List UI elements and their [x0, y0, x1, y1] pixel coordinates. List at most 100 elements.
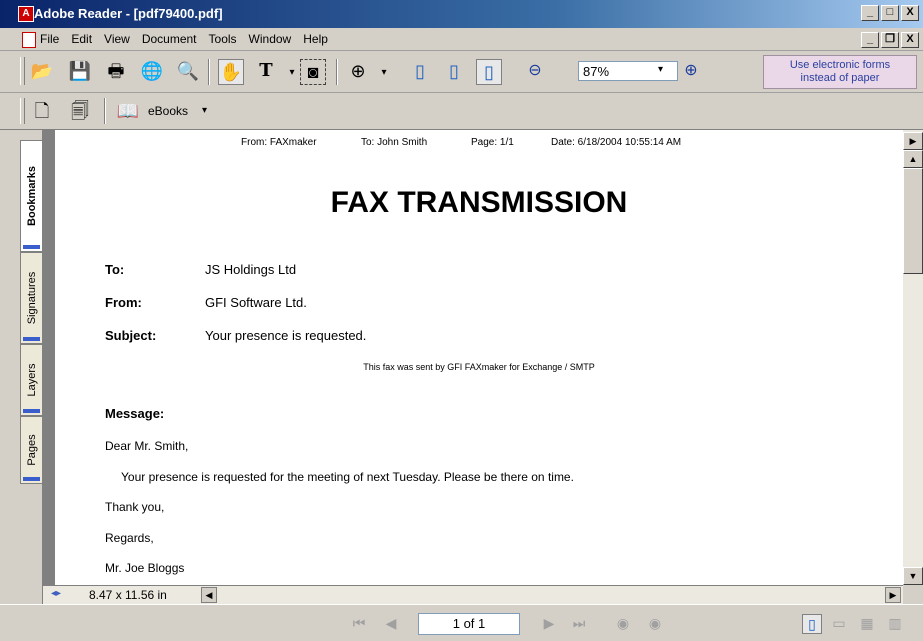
main-toolbar: 📂 💾 🖶 🌐 🔍 ✋ T ▾ ◙ ⊕ ▾ ▯ ▯ ▯ ⊖ 87% ▾ ⊕ Us…: [0, 51, 923, 93]
go-back-icon[interactable]: ◉: [614, 614, 632, 632]
ebooks-dropdown-icon[interactable]: ▾: [202, 105, 207, 116]
search-icon[interactable]: 🔍: [176, 59, 200, 83]
header-from: From: FAXmaker: [241, 137, 317, 148]
fit-page-icon[interactable]: ▯: [442, 59, 466, 83]
title-bar: A Adobe Reader - [pdf79400.pdf] _ □ X: [0, 0, 923, 28]
page-number-field[interactable]: 1 of 1: [418, 613, 520, 635]
to-label: To:: [105, 262, 125, 277]
navigation-panel: Bookmarks Signatures Layers Pages: [0, 130, 43, 605]
print-icon[interactable]: 🖶: [104, 59, 128, 83]
electronic-forms-banner[interactable]: Use electronic forms instead of paper: [763, 55, 917, 89]
toolbar-grip[interactable]: [20, 98, 25, 124]
status-bar: ⏮ ◀ 1 of 1 ▶ ⏭ ◉ ◉ ▯ ▭ ▦ ▥: [0, 604, 923, 641]
fax-title: FAX TRANSMISSION: [330, 186, 628, 219]
header-page: Page: 1/1: [471, 137, 514, 148]
scroll-down-button[interactable]: ▼: [903, 567, 923, 585]
tab-indicator: [23, 245, 40, 249]
menu-bar: File Edit View Document Tools Window Hel…: [0, 28, 923, 51]
menu-edit[interactable]: Edit: [71, 32, 92, 46]
menu-help[interactable]: Help: [303, 32, 328, 46]
tab-pages[interactable]: Pages: [20, 416, 42, 484]
split-view-icon[interactable]: ▶: [903, 132, 923, 150]
adobe-reader-icon: A: [18, 6, 34, 22]
doc-restore-button[interactable]: ❐: [881, 32, 899, 48]
tab-layers-label: Layers: [25, 363, 38, 397]
page-size-label: 8.47 x 11.56 in: [89, 588, 167, 602]
fit-width-icon[interactable]: ▯: [476, 59, 502, 85]
page-insert-icon[interactable]: 🗋: [30, 99, 54, 123]
menu-window[interactable]: Window: [249, 32, 292, 46]
message-greeting: Dear Mr. Smith,: [105, 439, 189, 453]
continuous-facing-layout-icon[interactable]: ▥: [886, 614, 904, 632]
pdf-page: From: FAXmaker To: John Smith Page: 1/1 …: [55, 130, 903, 585]
save-icon[interactable]: 💾: [68, 59, 92, 83]
document-view[interactable]: From: FAXmaker To: John Smith Page: 1/1 …: [43, 130, 903, 585]
toolbar-separator: [336, 59, 338, 85]
ebooks-label[interactable]: eBooks: [148, 104, 188, 118]
subject-value: Your presence is requested.: [205, 328, 367, 343]
toolbar-grip[interactable]: [20, 57, 25, 85]
select-text-icon[interactable]: T: [254, 59, 278, 83]
tab-indicator: [23, 477, 40, 481]
menu-tools[interactable]: Tools: [209, 32, 237, 46]
first-page-icon[interactable]: ⏮: [350, 614, 368, 632]
subject-label: Subject:: [105, 328, 157, 343]
secondary-toolbar: 🗋 🗐 📖 eBooks ▾: [0, 93, 923, 130]
doc-minimize-button[interactable]: _: [861, 32, 879, 48]
toolbar-separator: [104, 98, 106, 124]
scroll-right-button[interactable]: ▶: [885, 587, 901, 603]
message-signature: Mr. Joe Bloggs: [105, 561, 185, 575]
document-icon[interactable]: [22, 32, 36, 48]
scroll-thumb[interactable]: [903, 168, 923, 274]
header-date: Date: 6/18/2004 10:55:14 AM: [551, 137, 682, 148]
hand-tool-icon[interactable]: ✋: [218, 59, 244, 85]
page-size-bar: ◂▸ 8.47 x 11.56 in ◀ ▶: [43, 585, 903, 604]
next-page-icon[interactable]: ▶: [540, 614, 558, 632]
open-icon[interactable]: 📂: [30, 59, 54, 83]
previous-page-icon[interactable]: ◀: [382, 614, 400, 632]
scroll-left-button[interactable]: ◀: [201, 587, 217, 603]
go-forward-icon[interactable]: ◉: [646, 614, 664, 632]
from-label: From:: [105, 295, 142, 310]
eforms-line-1: Use electronic forms: [789, 59, 891, 71]
header-to: To: John Smith: [361, 137, 428, 148]
tab-bookmarks[interactable]: Bookmarks: [20, 140, 42, 252]
tab-signatures-label: Signatures: [25, 271, 38, 325]
toolbar-separator: [208, 59, 210, 85]
zoom-out-icon[interactable]: ⊖: [523, 59, 547, 83]
menu-view[interactable]: View: [104, 32, 130, 46]
minimize-button[interactable]: _: [861, 5, 879, 21]
resize-handle-icon[interactable]: ◂▸: [51, 588, 61, 599]
actual-size-icon[interactable]: ▯: [408, 59, 432, 83]
scroll-up-button[interactable]: ▲: [903, 150, 923, 168]
ebooks-icon[interactable]: 📖: [116, 99, 140, 123]
zoom-level-dropdown-icon[interactable]: ▾: [658, 64, 663, 75]
facing-layout-icon[interactable]: ▦: [858, 614, 876, 632]
message-thanks: Thank you,: [105, 500, 165, 514]
menu-document[interactable]: Document: [142, 32, 197, 46]
zoom-in-icon[interactable]: ⊕: [679, 59, 703, 83]
vertical-scrollbar[interactable]: ▶ ▲ ▼: [903, 130, 923, 585]
last-page-icon[interactable]: ⏭: [570, 614, 588, 632]
tab-indicator: [23, 409, 40, 413]
single-page-layout-icon[interactable]: ▯: [802, 614, 822, 634]
message-label: Message:: [105, 406, 165, 421]
to-value: JS Holdings Ltd: [205, 262, 297, 277]
message-regards: Regards,: [105, 531, 154, 545]
page-extract-icon[interactable]: 🗐: [68, 99, 92, 123]
snapshot-icon[interactable]: ◙: [300, 59, 326, 85]
fax-note: This fax was sent by GFI FAXmaker for Ex…: [363, 362, 595, 372]
tab-signatures[interactable]: Signatures: [20, 252, 42, 344]
zoom-dropdown-icon[interactable]: ▾: [372, 61, 396, 85]
message-body: Your presence is requested for the meeti…: [121, 470, 574, 484]
zoom-in-tool-icon[interactable]: ⊕: [346, 59, 370, 83]
tab-pages-label: Pages: [25, 434, 38, 466]
maximize-button[interactable]: □: [881, 5, 899, 21]
doc-close-button[interactable]: X: [901, 32, 919, 48]
continuous-layout-icon[interactable]: ▭: [830, 614, 848, 632]
tab-layers[interactable]: Layers: [20, 344, 42, 416]
menu-file[interactable]: File: [40, 32, 59, 46]
close-button[interactable]: X: [901, 5, 919, 21]
email-icon[interactable]: 🌐: [140, 59, 164, 83]
tab-indicator: [23, 337, 40, 341]
